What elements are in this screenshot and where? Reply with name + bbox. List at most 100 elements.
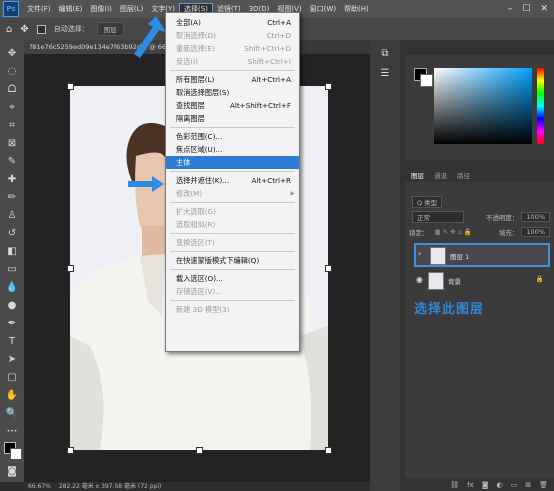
- chevron-right-icon[interactable]: ›: [418, 249, 421, 258]
- select-menu-item[interactable]: 焦点区域(U)...: [166, 143, 299, 156]
- mask-icon[interactable]: ◙: [482, 481, 489, 489]
- layers-panel-tabs: 图层 通道 路径: [405, 168, 554, 182]
- crop-tool-icon[interactable]: ⌗: [4, 118, 20, 134]
- new-layer-icon[interactable]: ⊞: [525, 481, 531, 489]
- hand-tool-icon[interactable]: ✋: [4, 388, 20, 404]
- menu-separator: [170, 233, 295, 234]
- tab-paths[interactable]: 路径: [457, 170, 470, 180]
- menu-file[interactable]: 文件(F): [23, 4, 55, 14]
- opacity-field[interactable]: 100%: [521, 212, 550, 222]
- menu-item-label: 查找图层: [176, 101, 205, 110]
- select-menu-item: 扩大选取(G): [166, 205, 299, 218]
- more-tools-icon[interactable]: •••: [4, 424, 20, 440]
- tab-layers[interactable]: 图层: [411, 170, 424, 180]
- select-menu-item[interactable]: 查找图层 Alt+Shift+Ctrl+F: [166, 99, 299, 112]
- blend-mode-dropdown[interactable]: 正常: [412, 211, 464, 223]
- folder-icon[interactable]: ▭: [511, 481, 518, 489]
- lasso-tool-icon[interactable]: ᗝ: [4, 82, 20, 98]
- tab-channels[interactable]: 通道: [434, 170, 447, 180]
- auto-select-checkbox[interactable]: [36, 24, 46, 34]
- eraser-tool-icon[interactable]: ◧: [4, 244, 20, 260]
- tools-panel: ✥ ◌ ᗝ ⌖ ⌗ ⊠ ✎ ✚ ✏ ♙ ↺ ◧ ▭ 💧 ● ✒ T ➤ ▢ ✋ …: [0, 40, 24, 482]
- transform-handle[interactable]: [325, 265, 332, 272]
- maximize-icon[interactable]: ☐: [522, 4, 530, 14]
- fx-icon[interactable]: fx: [467, 481, 474, 489]
- select-menu-item: 新建 3D 模型(3): [166, 303, 299, 316]
- transform-handle[interactable]: [325, 447, 332, 454]
- menu-item-label: 隔离图层: [176, 114, 205, 123]
- blur-tool-icon[interactable]: 💧: [4, 280, 20, 296]
- home-icon[interactable]: ⌂: [6, 24, 12, 35]
- menu-separator: [170, 300, 295, 301]
- layer-row-layer1[interactable]: › 图层 1: [414, 243, 550, 267]
- auto-select-label: 自动选择：: [53, 25, 89, 33]
- layer-filter-dropdown[interactable]: Q 类型: [412, 196, 443, 208]
- menu-item-label: 新建 3D 模型(3): [176, 305, 230, 314]
- type-tool-icon[interactable]: T: [4, 334, 20, 350]
- pen-tool-icon[interactable]: ✒: [4, 316, 20, 332]
- properties-panel-icon[interactable]: ☰: [377, 66, 393, 82]
- shape-tool-icon[interactable]: ▢: [4, 370, 20, 386]
- trash-icon[interactable]: 🗑: [539, 481, 548, 489]
- background-color-swatch[interactable]: [10, 448, 22, 460]
- select-menu-item: 变换选区(T): [166, 236, 299, 249]
- select-menu-item[interactable]: 全部(A) Ctrl+A: [166, 16, 299, 29]
- lock-icons[interactable]: ▦ ✎ ✥ ⌂ 🔒: [435, 228, 473, 236]
- history-panel-icon[interactable]: ⧉: [377, 46, 393, 62]
- menu-item-shortcut: Alt+Ctrl+R: [251, 176, 291, 185]
- healing-brush-icon[interactable]: ✚: [4, 172, 20, 188]
- gradient-tool-icon[interactable]: ▭: [4, 262, 20, 278]
- eye-icon[interactable]: ◉: [416, 275, 423, 284]
- frame-tool-icon[interactable]: ⊠: [4, 136, 20, 152]
- zoom-tool-icon[interactable]: 🔍: [4, 406, 20, 422]
- select-menu-item[interactable]: 隔离图层: [166, 112, 299, 125]
- menu-item-label: 修改(M): [176, 189, 203, 198]
- transform-handle[interactable]: [196, 447, 203, 454]
- lock-row: 锁定： ▦ ✎ ✥ ⌂ 🔒 填充： 100%: [405, 226, 554, 238]
- fill-field[interactable]: 100%: [521, 227, 550, 237]
- menu-edit[interactable]: 编辑(E): [55, 4, 87, 14]
- menu-window[interactable]: 窗口(W): [306, 4, 340, 14]
- brush-tool-icon[interactable]: ✏: [4, 190, 20, 206]
- transform-handle[interactable]: [67, 83, 74, 90]
- select-menu-item[interactable]: 取消选择图层(S): [166, 86, 299, 99]
- select-menu-item[interactable]: 所有图层(L) Alt+Ctrl+A: [166, 73, 299, 86]
- eyedropper-tool-icon[interactable]: ✎: [4, 154, 20, 170]
- move-tool-icon[interactable]: ✥: [20, 24, 28, 35]
- move-tool-icon[interactable]: ✥: [4, 46, 20, 62]
- link-icon[interactable]: ⛓: [450, 481, 459, 489]
- marquee-tool-icon[interactable]: ◌: [4, 64, 20, 80]
- history-brush-icon[interactable]: ↺: [4, 226, 20, 242]
- layer-row-background[interactable]: ◉ 背景 🔒: [414, 270, 550, 292]
- quick-mask-icon[interactable]: ◙: [4, 464, 20, 480]
- menu-item-shortcut: Alt+Shift+Ctrl+F: [229, 101, 291, 110]
- adjustment-icon[interactable]: ◐: [497, 481, 503, 489]
- menu-help[interactable]: 帮助(H): [340, 4, 373, 14]
- menu-separator: [170, 202, 295, 203]
- select-menu-item: 反选(I) Shift+Ctrl+I: [166, 55, 299, 68]
- menu-item-label: 重新选择(E): [176, 44, 215, 53]
- select-menu-item[interactable]: 色彩范围(C)...: [166, 130, 299, 143]
- select-menu-item[interactable]: 载入选区(O)...: [166, 272, 299, 285]
- clone-stamp-icon[interactable]: ♙: [4, 208, 20, 224]
- menu-layer[interactable]: 图层(L): [116, 4, 147, 14]
- dodge-tool-icon[interactable]: ●: [4, 298, 20, 314]
- minimize-icon[interactable]: –: [508, 4, 513, 14]
- select-menu-item[interactable]: 主体: [166, 156, 299, 169]
- path-select-icon[interactable]: ➤: [4, 352, 20, 368]
- color-picker-field[interactable]: [434, 68, 532, 144]
- select-menu-item[interactable]: 选择并遮住(K)... Alt+Ctrl+R: [166, 174, 299, 187]
- layer-thumbnail: [428, 272, 444, 290]
- auto-select-dropdown[interactable]: 图层: [96, 22, 124, 36]
- transform-handle[interactable]: [67, 265, 74, 272]
- transform-handle[interactable]: [325, 83, 332, 90]
- background-color[interactable]: [420, 74, 433, 87]
- menu-image[interactable]: 图像(I): [86, 4, 116, 14]
- transform-handle[interactable]: [67, 447, 74, 454]
- quick-select-tool-icon[interactable]: ⌖: [4, 100, 20, 116]
- select-menu-item[interactable]: 在快速蒙版模式下编辑(Q): [166, 254, 299, 267]
- menu-item-shortcut: Ctrl+D: [266, 31, 291, 40]
- hue-slider[interactable]: [537, 68, 544, 144]
- menu-item-label: 色彩范围(C)...: [176, 132, 223, 141]
- close-icon[interactable]: ✕: [540, 4, 548, 14]
